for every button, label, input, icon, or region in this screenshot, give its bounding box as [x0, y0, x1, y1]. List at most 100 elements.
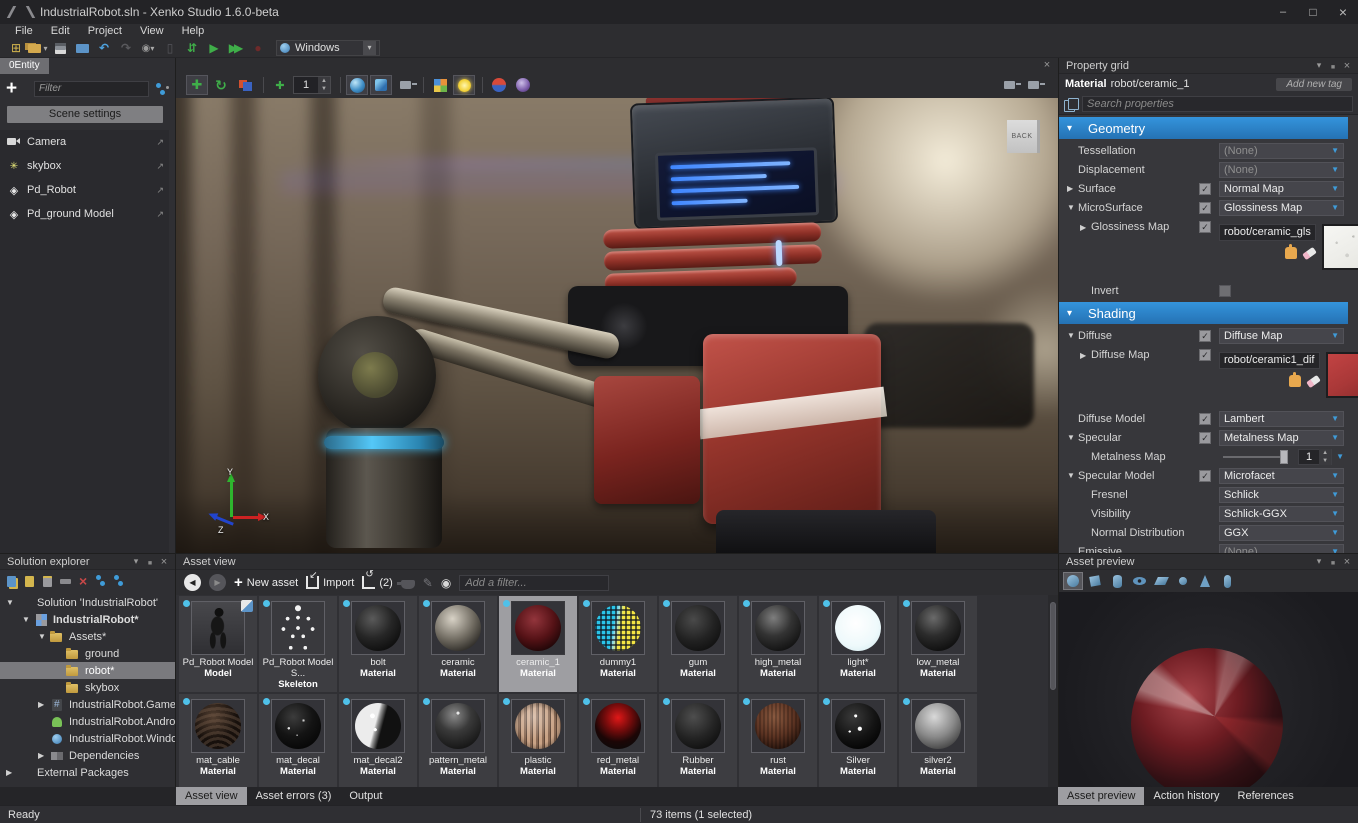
picker-hand-icon[interactable] [1284, 244, 1297, 259]
bottom-tab[interactable]: Action history [1144, 787, 1228, 805]
edit-pencil-icon[interactable] [423, 576, 433, 590]
preview-cone-icon[interactable] [1195, 572, 1215, 590]
lighting-icon[interactable] [453, 75, 475, 95]
asset-tile[interactable]: Rubber Material [659, 694, 737, 787]
minimize-button[interactable] [1268, 0, 1298, 24]
record-icon[interactable] [248, 40, 268, 57]
start-icon[interactable] [204, 40, 224, 57]
expander-icon[interactable] [1080, 351, 1091, 360]
view-options-eye-icon[interactable] [441, 576, 451, 590]
bottom-tab[interactable]: References [1229, 787, 1303, 805]
expander-icon[interactable] [1067, 184, 1078, 193]
settings-icon[interactable] [112, 574, 127, 589]
camera-view-icon[interactable] [1022, 75, 1044, 95]
asset-tile[interactable]: bolt Material [339, 596, 417, 692]
menu-item[interactable]: Project [79, 24, 131, 39]
value-checkbox[interactable] [1219, 284, 1231, 297]
bottom-tab[interactable]: Asset preview [1058, 787, 1145, 805]
bottom-tab[interactable]: Output [340, 787, 391, 805]
snap-icon[interactable] [269, 75, 291, 95]
viewport-3d[interactable]: BACK Y X Z [176, 98, 1058, 553]
property-checkbox[interactable] [1199, 182, 1211, 195]
new-asset-button[interactable]: + New asset [234, 574, 298, 591]
tree-item[interactable]: IndustrialRobot.Windows [0, 730, 175, 747]
asset-tile[interactable]: high_metal Material [739, 596, 817, 692]
teapot-icon[interactable] [396, 579, 415, 589]
asset-tile[interactable]: gum Material [659, 596, 737, 692]
property-checkbox[interactable] [1199, 412, 1211, 425]
preview-cylinder-icon[interactable] [1107, 572, 1127, 590]
tree-item[interactable]: Dependencies [0, 747, 175, 764]
close-panel-icon[interactable] [1340, 60, 1354, 72]
asset-tile[interactable]: Silver Material [819, 694, 897, 787]
tree-expander-icon[interactable] [22, 615, 34, 624]
asset-tile[interactable]: ceramic Material [419, 596, 497, 692]
redo-icon[interactable] [116, 40, 136, 57]
tree-item[interactable]: IndustrialRobot.Game [0, 696, 175, 713]
expander-icon[interactable] [1067, 331, 1078, 340]
pin-icon[interactable] [143, 557, 157, 567]
tree-item[interactable]: skybox [0, 679, 175, 696]
tree-item[interactable]: Assets* [0, 628, 175, 645]
close-panel-icon[interactable] [1340, 556, 1354, 568]
preview-sphere-icon[interactable] [1063, 572, 1083, 590]
asset-tile[interactable]: light* Material [819, 596, 897, 692]
orientation-cube[interactable]: BACK [1007, 120, 1040, 153]
entity-row[interactable]: Pd_ground Model [0, 202, 170, 226]
entity-scrollbar[interactable] [169, 130, 175, 553]
texture-thumbnail[interactable] [1321, 224, 1358, 270]
undo-icon[interactable] [94, 40, 114, 57]
property-dropdown[interactable]: Glossiness Map [1219, 199, 1344, 216]
material-preview-icon[interactable] [488, 75, 510, 95]
import-button[interactable]: Import [306, 570, 354, 589]
goto-entity-icon[interactable] [156, 209, 164, 220]
new-project-icon[interactable] [6, 40, 26, 57]
render-mode-icon[interactable] [429, 75, 451, 95]
eraser-icon[interactable] [1301, 246, 1317, 261]
menu-item[interactable]: File [6, 24, 42, 39]
property-checkbox[interactable] [1199, 469, 1211, 482]
preview-cube-icon[interactable] [1085, 572, 1105, 590]
property-dropdown[interactable]: Normal Map [1219, 180, 1344, 197]
open-project-icon[interactable] [28, 40, 48, 57]
property-dropdown[interactable]: (None) [1219, 161, 1344, 178]
menu-item[interactable]: Help [173, 24, 214, 39]
property-dropdown[interactable]: Lambert [1219, 410, 1344, 427]
tree-item[interactable]: robot* [0, 662, 175, 679]
property-dropdown[interactable]: (None) [1219, 142, 1344, 159]
asset-tile[interactable]: dummy1 Material [579, 596, 657, 692]
tree-item[interactable]: ground [0, 645, 175, 662]
close-button[interactable] [1328, 0, 1358, 24]
goto-entity-icon[interactable] [156, 161, 164, 172]
property-checkbox[interactable] [1199, 349, 1211, 361]
asset-tile[interactable]: plastic Material [499, 694, 577, 787]
add-new-tag-button[interactable]: Add new tag [1276, 77, 1352, 91]
slider-thumb[interactable] [1280, 449, 1289, 464]
scale-tool-icon[interactable] [234, 75, 256, 95]
asset-tile[interactable]: silver2 Material [899, 694, 977, 787]
texture-name-input[interactable]: robot/ceramic1_dif [1219, 352, 1320, 369]
asset-tile[interactable]: mat_cable Material [179, 694, 257, 787]
properties-icon[interactable] [94, 574, 109, 589]
folder-icon[interactable] [72, 40, 92, 57]
wireframe-globe-icon[interactable] [512, 75, 534, 95]
references-button[interactable]: (2) [362, 569, 393, 589]
edit-icon[interactable] [58, 574, 73, 589]
property-dropdown[interactable]: (None) [1219, 543, 1344, 553]
tree-expander-icon[interactable] [6, 598, 18, 607]
entity-row[interactable]: Pd_Robot [0, 178, 170, 202]
number-spinner[interactable]: 1 ▲ ▼ [1298, 448, 1333, 465]
eraser-icon[interactable] [1305, 374, 1321, 389]
menu-item[interactable]: View [131, 24, 173, 39]
world-space-icon[interactable] [346, 75, 368, 95]
asset-tile[interactable]: low_metal Material [899, 596, 977, 692]
expander-icon[interactable] [1067, 123, 1078, 134]
camera-snap-icon[interactable] [394, 75, 416, 95]
expander-icon[interactable] [1067, 433, 1078, 442]
preview-small-sphere-icon[interactable] [1173, 572, 1193, 590]
asset-filter-input[interactable]: Add a filter... [459, 574, 610, 591]
preview-plane-icon[interactable] [1151, 572, 1171, 590]
expander-icon[interactable] [1067, 203, 1078, 212]
delete-icon[interactable] [76, 574, 91, 589]
entity-filter-input[interactable]: Filter [34, 81, 149, 97]
